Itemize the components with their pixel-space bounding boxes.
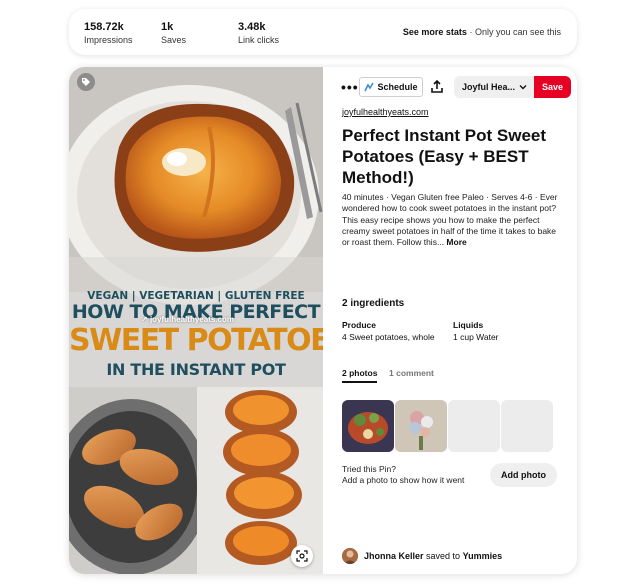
see-more-stats-link[interactable]: See more stats [403, 27, 467, 37]
stat-saves: 1k Saves [161, 21, 186, 46]
photo-thumbnail-image [395, 400, 447, 452]
liquids-item: 1 cup Water [453, 332, 499, 342]
image-caption-subtitle: IN THE INSTANT POT [106, 360, 286, 379]
privacy-note: Only you can see this [474, 27, 561, 37]
visual-search-icon[interactable] [291, 545, 313, 567]
schedule-button[interactable]: Schedule [359, 77, 423, 97]
photo-placeholder [501, 400, 553, 452]
stat-label: Impressions [84, 35, 133, 45]
tag-icon[interactable] [77, 73, 95, 91]
photo-placeholder [448, 400, 500, 452]
image-watermark-text: joyfulhealthyeats.com [149, 315, 234, 324]
tried-pin-prompt: Tried this Pin? Add a photo to show how … [342, 464, 464, 486]
produce-item: 4 Sweet potatoes, whole [342, 332, 435, 342]
chevron-down-icon [519, 85, 527, 90]
saver-board[interactable]: Yummies [463, 551, 503, 561]
schedule-label: Schedule [377, 82, 418, 92]
ingredients-produce: Produce 4 Sweet potatoes, whole [342, 319, 435, 343]
stat-value: 3.48k [238, 21, 266, 33]
saver-name[interactable]: Jhonna Keller [364, 551, 424, 561]
pin-description: 40 minutes · Vegan Gluten free Paleo · S… [342, 192, 564, 248]
tab-comments[interactable]: 1 comment [389, 368, 434, 378]
pin-details: ••• Schedule Joyful Hea... Save joyfulhe… [323, 67, 577, 574]
image-watermark: ↗ joyfulhealthyeats.com [141, 315, 234, 324]
stat-value: 1k [161, 21, 174, 33]
image-caption-title: SWEET POTATOES [69, 323, 323, 358]
add-photo-button[interactable]: Add photo [490, 463, 557, 487]
pin-tabs: 2 photos 1 comment [342, 368, 542, 384]
saved-by: Jhonna Keller saved to Yummies [342, 548, 502, 564]
stat-link-clicks: 3.48k Link clicks [238, 21, 279, 46]
board-name: Joyful Hea... [462, 82, 516, 92]
description-more-link[interactable]: More [446, 237, 466, 247]
photo-thumbnail[interactable] [395, 400, 447, 452]
schedule-icon [364, 82, 375, 92]
produce-heading: Produce [342, 320, 377, 330]
tried-pin-heading: Tried this Pin? [342, 464, 397, 474]
more-options-icon[interactable]: ••• [341, 80, 359, 94]
pin-image[interactable]: VEGAN | VEGETARIAN | GLUTEN FREE HOW TO … [69, 67, 323, 574]
ingredients-title: 2 ingredients [342, 298, 405, 309]
avatar[interactable] [342, 548, 358, 564]
board-dropdown[interactable]: Joyful Hea... [454, 76, 536, 98]
stat-value: 158.72k [84, 21, 124, 33]
save-button[interactable]: Save [534, 76, 571, 98]
avatar-image [342, 548, 358, 564]
photo-thumbnail-image [342, 400, 394, 452]
share-icon[interactable] [429, 79, 445, 95]
ingredients-liquids: Liquids 1 cup Water [453, 319, 499, 343]
lens-glyph [296, 550, 308, 562]
liquids-heading: Liquids [453, 320, 484, 330]
source-link[interactable]: joyfulhealthyeats.com [342, 107, 429, 117]
stat-impressions: 158.72k Impressions [84, 21, 133, 46]
stat-label: Link clicks [238, 35, 280, 45]
stats-bar: 158.72k Impressions 1k Saves 3.48k Link … [69, 9, 577, 55]
tag-glyph [82, 78, 90, 86]
tab-photos[interactable]: 2 photos [342, 368, 378, 383]
see-more-stats: See more stats · Only you can see this [402, 27, 561, 37]
pin-title: Perfect Instant Pot Sweet Potatoes (Easy… [342, 126, 547, 187]
pin-card: VEGAN | VEGETARIAN | GLUTEN FREE HOW TO … [69, 67, 577, 574]
photo-thumbnail[interactable] [342, 400, 394, 452]
stat-label: Saves [161, 35, 187, 45]
saver-action: saved to [426, 551, 461, 561]
tried-pin-subtext: Add a photo to show how it went [342, 475, 465, 485]
